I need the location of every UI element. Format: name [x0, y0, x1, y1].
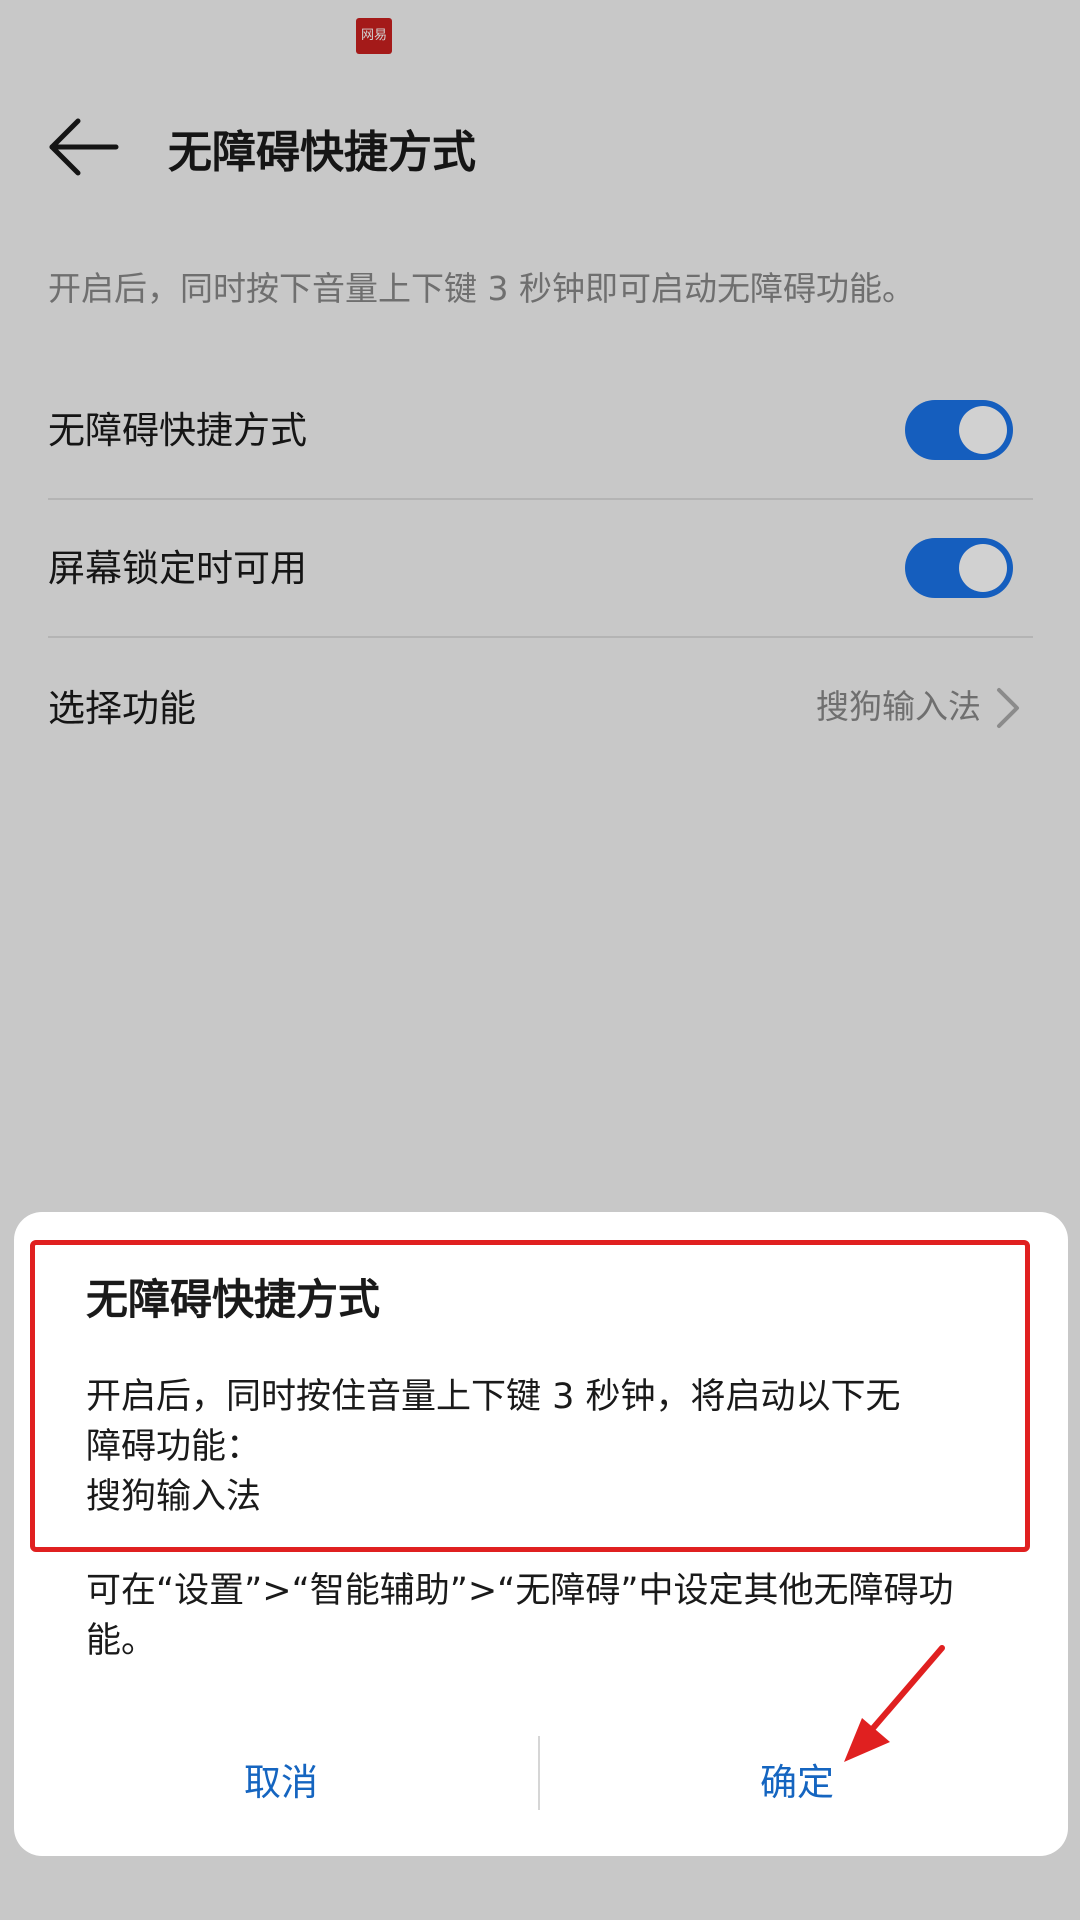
button-divider [538, 1736, 540, 1810]
message-line: 开启后，同时按住音量上下键 3 秒钟，将启动以下无 [86, 1377, 901, 1417]
message-line: 搜狗输入法 [86, 1477, 262, 1517]
note-line: 可在“设置”>“智能辅助”>“无障碍”中设定其他无障碍功 [86, 1571, 954, 1611]
message-line: 障碍功能： [86, 1427, 262, 1467]
cancel-button[interactable]: 取消 [244, 1752, 318, 1806]
dialog-title: 无障碍快捷方式 [86, 1275, 381, 1324]
dialog-message: 开启后，同时按住音量上下键 3 秒钟，将启动以下无 障碍功能： 搜狗输入法 [86, 1372, 986, 1522]
annotation-arrow-icon [844, 1645, 945, 1762]
